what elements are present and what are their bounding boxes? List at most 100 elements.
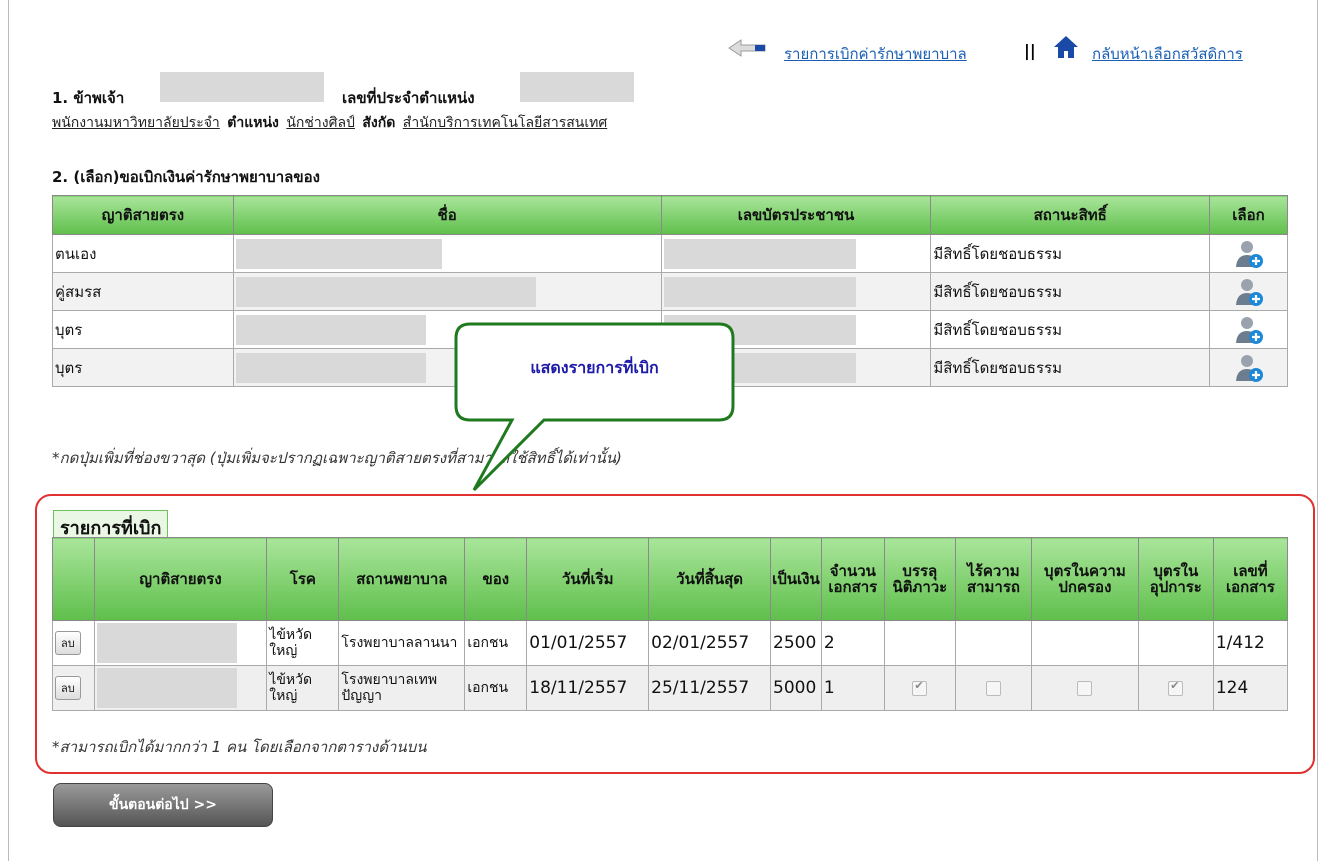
section2-title: 2. (เลือก)ขอเบิกเงินค่ารักษาพยาบาลของ [52, 168, 320, 186]
incapable-cell [954, 620, 1033, 666]
end-cell: 25/11/2557 [648, 665, 772, 711]
docs-cell: 2 [820, 620, 885, 666]
claims-header-row: ญาติสายตรง โรค สถานพยาบาล ของ วันที่เริ่… [52, 537, 1289, 621]
home-icon[interactable] [1053, 35, 1079, 59]
select-cell [1209, 310, 1288, 349]
col-id: เลขบัตรประชาชน [660, 195, 932, 235]
add-user-icon[interactable] [1234, 277, 1264, 307]
top-navigation: รายการเบิกค่ารักษาพยาบาล || กลับหน้าเลือ… [727, 35, 1287, 68]
label-unit: สังกัด [362, 115, 396, 131]
hospital-cell: โรงพยาบาลลานนา [338, 620, 466, 666]
name-cell [232, 234, 662, 273]
col-relation: ญาติสายตรง [52, 195, 234, 235]
docno-cell: 1/412 [1212, 620, 1289, 666]
adult-cell [883, 665, 956, 711]
amount-cell: 2500 [770, 620, 822, 666]
right-border [1317, 0, 1318, 861]
incapable-checkbox[interactable] [985, 680, 1001, 696]
col-end: วันที่สิ้นสุด [648, 537, 772, 621]
claims-note: *สามารถเบิกได้มากกว่า 1 คน โดยเลือกจากตา… [52, 738, 427, 756]
redacted-relation [96, 623, 237, 663]
add-user-icon[interactable] [1234, 239, 1264, 269]
table-row: คู่สมรส มีสิทธิ์โดยชอบธรรม [52, 272, 1288, 311]
redacted-name [160, 72, 324, 102]
action-cell: ลบ [52, 665, 95, 711]
col-adult: บรรลุนิติภาวะ [883, 537, 956, 621]
support-checkbox[interactable] [1168, 679, 1184, 696]
col-name: ชื่อ [232, 195, 662, 235]
col-docs: จำนวนเอกสาร [820, 537, 885, 621]
redacted-id [663, 276, 856, 307]
col-action [52, 537, 95, 621]
status-cell: มีสิทธิ์โดยชอบธรรม [930, 310, 1211, 349]
support-cell [1137, 620, 1214, 666]
select-cell [1209, 348, 1288, 387]
type-cell: เอกชน [464, 665, 528, 711]
docno-cell: 124 [1212, 665, 1289, 711]
claims-table: ญาติสายตรง โรค สถานพยาบาล ของ วันที่เริ่… [52, 537, 1289, 711]
position-value: นักช่างศิลป์ [286, 115, 355, 131]
status-cell: มีสิทธิ์โดยชอบธรรม [930, 348, 1211, 387]
label-i: 1. ข้าพเจ้า [52, 89, 125, 107]
delete-button[interactable]: ลบ [55, 676, 81, 700]
end-cell: 02/01/2557 [648, 620, 772, 666]
employee-info: 1. ข้าพเจ้า เลขที่ประจำตำแหน่ง พนักงานมห… [52, 72, 952, 131]
col-hospital: สถานพยาบาล [338, 537, 466, 621]
col-start: วันที่เริ่ม [526, 537, 650, 621]
employee-type: พนักงานมหาวิทยาลัยประจำ [52, 115, 220, 131]
add-user-icon[interactable] [1234, 353, 1264, 383]
redacted-position-no [520, 72, 634, 102]
redacted-relation [96, 668, 237, 708]
col-status: สถานะสิทธิ์ [930, 195, 1211, 235]
col-docno: เลขที่เอกสาร [1212, 537, 1289, 621]
incapable-cell [954, 665, 1033, 711]
disease-cell: ไข้หวัดใหญ่ [266, 620, 340, 666]
col-incapable: ไร้ความสามารถ [954, 537, 1033, 621]
adult-cell [883, 620, 956, 666]
custody-checkbox[interactable] [1077, 680, 1093, 696]
docs-cell: 1 [820, 665, 885, 711]
id-cell [660, 272, 932, 311]
label-position: ตำแหน่ง [227, 115, 279, 131]
table-row: ลบ ไข้หวัดใหญ่ โรงพยาบาลเทพปัญญา เอกชน 1… [52, 665, 1289, 711]
select-cell [1209, 234, 1288, 273]
id-cell [660, 234, 932, 273]
table-row: ตนเอง มีสิทธิ์โดยชอบธรรม [52, 234, 1288, 273]
col-custody: บุตรในความปกครอง [1031, 537, 1139, 621]
relation-cell: ตนเอง [52, 234, 234, 273]
custody-cell [1031, 620, 1139, 666]
type-cell: เอกชน [464, 620, 528, 666]
back-arrow-icon[interactable] [727, 38, 767, 58]
name-cell [232, 272, 662, 311]
callout-text: แสดงรายการที่เบิก [530, 358, 659, 377]
delete-button[interactable]: ลบ [55, 631, 81, 655]
home-link[interactable]: กลับหน้าเลือกสวัสดิการ [1092, 42, 1243, 66]
col-disease: โรค [266, 537, 340, 621]
add-user-icon[interactable] [1234, 315, 1264, 345]
redacted-name [235, 276, 536, 307]
table-row: ลบ ไข้หวัดใหญ่ โรงพยาบาลลานนา เอกชน 01/0… [52, 620, 1289, 666]
disease-cell: ไข้หวัดใหญ่ [266, 665, 340, 711]
hospital-cell: โรงพยาบาลเทพปัญญา [338, 665, 466, 711]
label-position-no: เลขที่ประจำตำแหน่ง [342, 89, 475, 107]
adult-checkbox[interactable] [912, 679, 928, 696]
amount-cell: 5000 [770, 665, 822, 711]
relation-cell: บุตร [52, 310, 234, 349]
callout-bubble: แสดงรายการที่เบิก [452, 320, 737, 492]
next-step-button[interactable]: ขั้นตอนต่อไป >> [53, 783, 273, 827]
status-cell: มีสิทธิ์โดยชอบธรรม [930, 234, 1211, 273]
start-cell: 01/01/2557 [526, 620, 650, 666]
callout-shape [454, 322, 735, 492]
relation-cell [93, 620, 268, 666]
col-support: บุตรในอุปการะ [1137, 537, 1214, 621]
left-border [8, 0, 9, 861]
col-relation: ญาติสายตรง [93, 537, 268, 621]
relation-cell: คู่สมรส [52, 272, 234, 311]
col-select: เลือก [1209, 195, 1288, 235]
select-cell [1209, 272, 1288, 311]
nav-separator: || [1024, 41, 1036, 60]
unit-value: สำนักบริการเทคโนโลยีสารสนเทศ [402, 115, 608, 131]
claims-list-link[interactable]: รายการเบิกค่ารักษาพยาบาล [784, 42, 967, 66]
relation-cell [93, 665, 268, 711]
relation-cell: บุตร [52, 348, 234, 387]
